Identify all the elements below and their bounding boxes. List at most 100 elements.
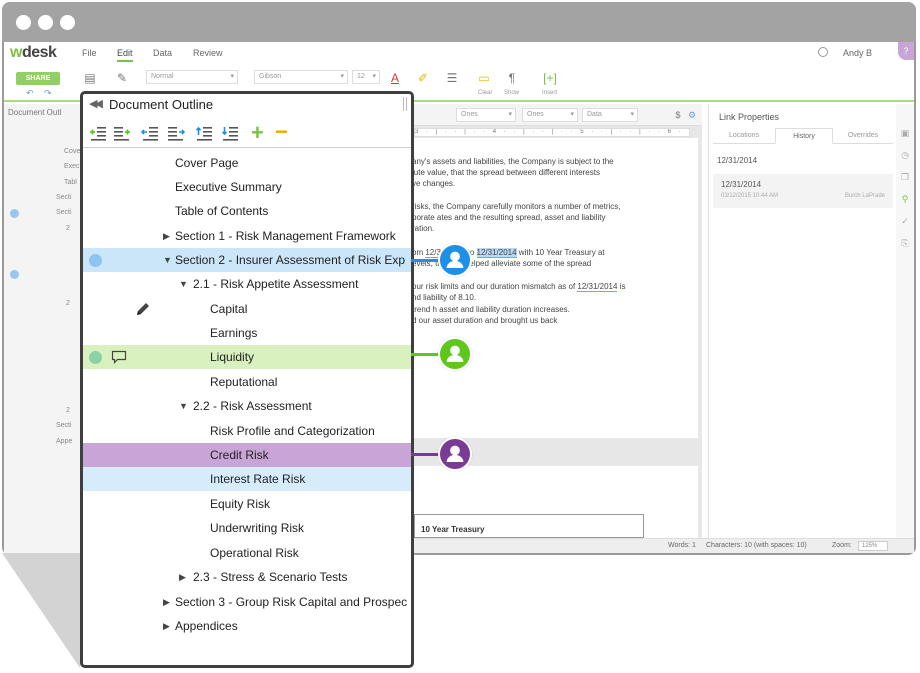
outline-scroll-handle[interactable] [403,97,407,111]
settings-gear-icon[interactable]: ⚙ [684,107,700,123]
save-icon[interactable]: ▣ [900,128,910,138]
move-down-icon[interactable] [221,125,239,141]
insert-caption: Insert [542,90,558,96]
collaborator-avatar-blue-user-icon[interactable] [438,243,472,277]
outline-item-reputational[interactable]: Reputational [83,370,411,394]
paragraph-line: trend h asset and liability duration inc… [412,305,570,314]
outline-title: Document Outline [109,97,214,112]
outline-item-2-1[interactable]: ▼ 2.1 - Risk Appetite Assessment [83,272,411,296]
link-properties-panel: Link Properties Locations History Overri… [708,104,896,553]
window-minimize-button[interactable] [38,15,53,30]
list-item[interactable]: Secti [56,422,72,429]
outline-title-bar: ◀◀ Document Outline [83,94,411,118]
callout-line-blue [411,259,441,262]
collaborator-avatar-purple-user-icon[interactable] [438,437,472,471]
tab-overrides[interactable]: Overrides [833,128,893,144]
link-icon[interactable]: ⚲ [900,194,910,204]
list-item[interactable]: Appe [56,438,72,445]
expand-caret-icon[interactable]: ▶ [163,614,170,638]
font-color-icon[interactable]: A [387,70,403,86]
outline-item-appendices[interactable]: ▶ Appendices [83,614,411,638]
expand-caret-icon[interactable]: ▶ [179,565,186,589]
share-button[interactable]: SHARE [16,72,60,85]
outline-item-2-3[interactable]: ▶ 2.3 - Stress & Scenario Tests [83,565,411,589]
copy-icon[interactable]: ❐ [900,172,910,182]
menu-edit[interactable]: Edit [117,48,133,62]
outline-item-section-2[interactable]: ▼ Section 2 - Insurer Assessment of Risk… [83,248,411,272]
outline-item-underwriting-risk[interactable]: Underwriting Risk [83,516,411,540]
tab-history[interactable]: History [775,128,833,144]
list-item[interactable]: Cove [64,148,80,155]
window-maximize-button[interactable] [60,15,75,30]
style-select[interactable]: Normal [146,70,238,84]
list-item[interactable]: Secti [56,209,72,216]
document-icon[interactable]: ▤ [82,70,98,86]
bullet-list-icon[interactable]: ☰ [444,70,460,86]
outline-item-liquidity[interactable]: Liquidity [83,345,411,369]
outline-item-interest-rate-risk[interactable]: Interest Rate Risk [83,467,411,491]
document-page[interactable]: any's assets and liabilities, the Compan… [402,138,698,438]
expand-caret-icon[interactable]: ▶ [163,224,170,248]
menu-file[interactable]: File [82,48,97,58]
outline-item-section-1[interactable]: ▶ Section 1 - Risk Management Framework [83,224,411,248]
remove-section-icon[interactable]: − [275,120,288,144]
clear-format-icon[interactable]: ▭ [476,70,492,86]
outline-item-capital[interactable]: Capital [83,297,411,321]
list-item[interactable]: Tabl [64,179,77,186]
help-button[interactable]: ? [898,42,914,60]
font-select[interactable]: Gibson [254,70,348,84]
highlight-color-icon[interactable]: ✐ [415,70,431,86]
list-item[interactable]: 2 [66,225,70,232]
linked-date[interactable]: 12/31/2014 [577,282,618,292]
window-close-button[interactable] [16,15,31,30]
show-marks-icon[interactable]: ¶ [504,70,520,86]
move-up-icon[interactable] [195,125,213,141]
indent-icon[interactable] [167,125,185,141]
list-item[interactable]: 2 [66,407,70,414]
format-select-1[interactable]: Ones [456,108,516,122]
font-size-select[interactable]: 12 [352,70,380,84]
menu-review[interactable]: Review [193,48,223,58]
expand-caret-icon[interactable]: ▶ [163,590,170,614]
indent-add-after-icon[interactable] [113,125,131,141]
user-menu[interactable]: Andy B [843,48,872,58]
format-select-2[interactable]: Ones [522,108,578,122]
add-section-icon[interactable]: + [251,120,264,146]
check-icon[interactable]: ✓ [900,216,910,226]
collaborator-avatar-green-user-icon[interactable] [438,337,472,371]
outline-item-executive-summary[interactable]: Executive Summary [83,175,411,199]
redo-icon[interactable]: ↷ [44,88,52,99]
outline-item-table-of-contents[interactable]: Table of Contents [83,199,411,223]
outline-item-earnings[interactable]: Earnings [83,321,411,345]
list-item[interactable]: Secti [56,194,72,201]
outline-item-cover-page[interactable]: Cover Page [83,151,411,175]
insert-icon[interactable]: [+] [542,70,558,86]
outline-item-2-2[interactable]: ▼ 2.2 - Risk Assessment [83,394,411,418]
indent-add-before-icon[interactable] [89,125,107,141]
outline-item-risk-profile[interactable]: Risk Profile and Categorization [83,419,411,443]
history-entry[interactable]: 12/31/2014 03/12/2015 10:44 AM Burch LaP… [713,174,893,208]
collapse-caret-icon[interactable]: ▼ [163,248,172,272]
outline-item-section-3[interactable]: ▶ Section 3 - Group Risk Capital and Pro… [83,590,411,614]
outdent-icon[interactable] [141,125,159,141]
outline-item-equity-risk[interactable]: Equity Risk [83,492,411,516]
comment-icon[interactable] [111,350,127,364]
paragraph-line: risks, the Company carefully monitors a … [412,202,621,211]
collapse-caret-icon[interactable]: ▼ [179,272,188,296]
zoom-select[interactable]: 125% [858,541,888,551]
menu-data[interactable]: Data [153,48,172,58]
list-item[interactable]: Exec [64,163,80,170]
outline-item-operational-risk[interactable]: Operational Risk [83,541,411,565]
list-item[interactable]: 2 [66,300,70,307]
table-heading: 10 Year Treasury [414,514,644,538]
format-painter-icon[interactable]: ✎ [114,70,130,86]
history-icon[interactable]: ◷ [900,150,910,160]
outline-item-credit-risk[interactable]: Credit Risk [83,443,411,467]
undo-icon[interactable]: ↶ [26,88,34,99]
tab-locations[interactable]: Locations [713,128,775,144]
format-select-3[interactable]: Data [582,108,638,122]
collapse-caret-icon[interactable]: ▼ [179,394,188,418]
linked-date-selected[interactable]: 12/31/2014 [476,248,517,258]
attachment-icon[interactable]: ⎘ [900,238,910,248]
collapse-panel-icon[interactable]: ◀◀ [89,97,103,110]
